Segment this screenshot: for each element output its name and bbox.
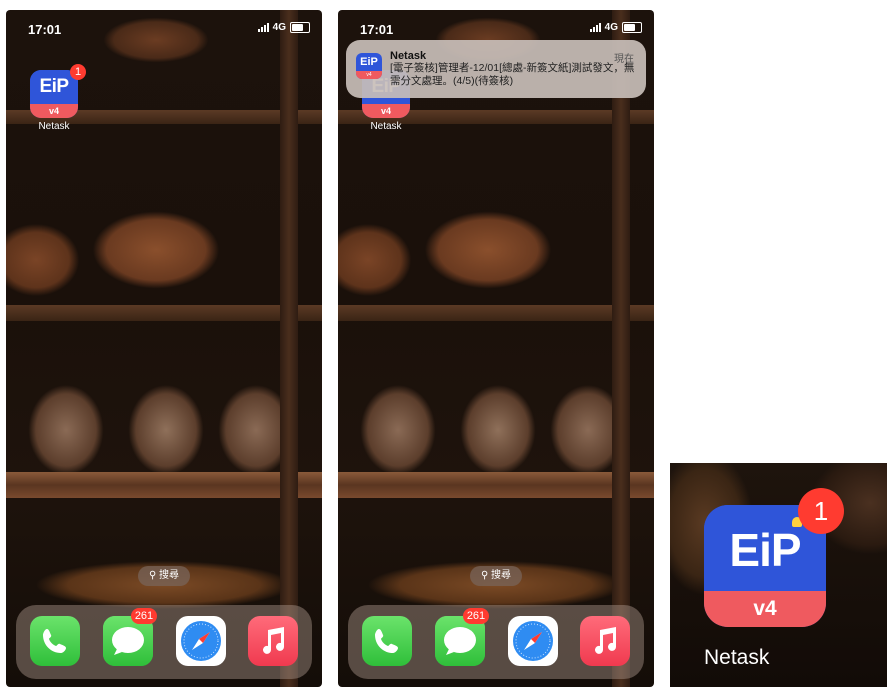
home-screen-right: 17:01 4G EiP v4 Netask EiP v4 Netask 現在 … [338, 10, 654, 687]
status-indicators: 4G [589, 22, 642, 33]
search-icon: ⚲ [480, 570, 489, 581]
search-label: 搜尋 [491, 570, 512, 581]
app-badge-large: 1 [798, 488, 844, 534]
music-app[interactable] [580, 616, 630, 666]
dock: 261 [348, 605, 644, 679]
notification-logo-text: EiP [360, 56, 378, 68]
messages-app[interactable]: 261 [103, 608, 157, 666]
network-type: 4G [272, 22, 286, 33]
search-label: 搜尋 [159, 570, 180, 581]
safari-app[interactable] [176, 616, 226, 666]
status-time: 17:01 [28, 22, 62, 37]
eip-version-text: v4 [362, 104, 410, 118]
messages-badge: 261 [463, 608, 489, 624]
app-label: Netask [370, 121, 402, 132]
status-indicators: 4G [257, 22, 310, 33]
status-time: 17:01 [360, 22, 394, 37]
messages-badge: 261 [131, 608, 157, 624]
signal-icon [589, 23, 601, 32]
phone-icon [375, 629, 398, 653]
app-badge: 1 [70, 64, 86, 80]
search-pill[interactable]: ⚲ 搜尋 [138, 566, 190, 586]
notification-app-name: Netask [390, 50, 427, 62]
eip-version-text: v4 [704, 591, 826, 627]
search-icon: ⚲ [148, 570, 157, 581]
music-app[interactable] [248, 616, 298, 666]
network-type: 4G [604, 22, 618, 33]
phone-icon [43, 629, 66, 653]
music-note-icon [263, 627, 284, 654]
search-pill[interactable]: ⚲ 搜尋 [470, 566, 522, 586]
compass-icon [181, 621, 221, 661]
signal-icon [257, 23, 269, 32]
netask-app[interactable]: EiP v4 1 Netask [30, 64, 86, 132]
zoomed-app-icon-panel: EiP v4 1 Netask [670, 463, 887, 687]
app-label: Netask [38, 121, 70, 132]
messages-app[interactable]: 261 [435, 608, 489, 666]
safari-app[interactable] [508, 616, 558, 666]
music-note-icon [595, 627, 616, 654]
status-bar: 17:01 4G [338, 18, 654, 38]
push-notification[interactable]: EiP v4 Netask 現在 [電子簽核]管理者-12/01[總處-新簽文紙… [346, 40, 646, 98]
phone-app[interactable] [30, 616, 80, 666]
dock: 261 [16, 605, 312, 679]
app-label-large: Netask [704, 646, 770, 669]
compass-icon [513, 621, 553, 661]
eip-app-icon[interactable]: EiP v4 [30, 70, 78, 118]
phone-app[interactable] [362, 616, 412, 666]
notification-body: [電子簽核]管理者-12/01[總處-新簽文紙]測試發文，無需分文處理。(4/5… [390, 62, 635, 87]
eip-version-text: v4 [30, 104, 78, 118]
battery-icon [622, 22, 642, 33]
notification-app-icon: EiP v4 [356, 53, 382, 79]
status-bar: 17:01 4G [6, 18, 322, 38]
battery-icon [290, 22, 310, 33]
home-screen-left: 17:01 4G EiP v4 1 Netask ⚲ 搜尋 261 [6, 10, 322, 687]
notification-version-text: v4 [356, 71, 382, 79]
